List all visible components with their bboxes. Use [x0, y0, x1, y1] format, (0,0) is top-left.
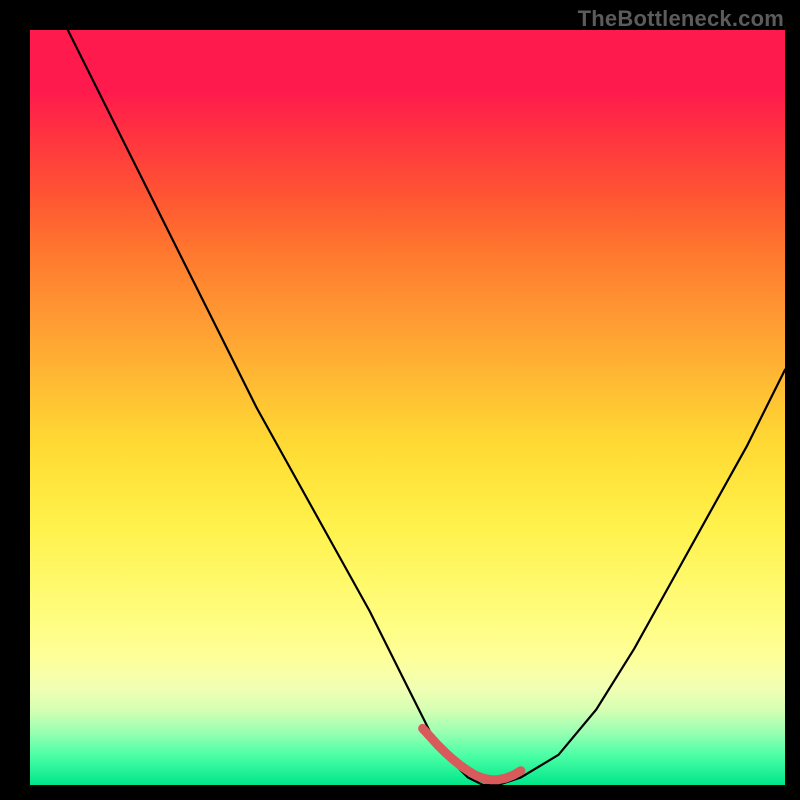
optimal-zone	[423, 728, 521, 779]
plot-area	[30, 30, 785, 785]
chart-svg	[30, 30, 785, 785]
chart-frame: TheBottleneck.com	[0, 0, 800, 800]
bottleneck-curve	[68, 30, 785, 785]
watermark-text: TheBottleneck.com	[578, 6, 784, 32]
